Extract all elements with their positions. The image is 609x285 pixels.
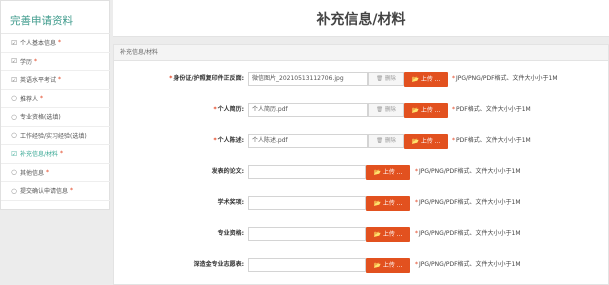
folder-open-icon: 📂 bbox=[411, 76, 419, 83]
file-name-field[interactable]: 微信图片_20210513112706.jpg bbox=[248, 72, 368, 86]
field-label: *个人简历: bbox=[213, 106, 244, 113]
required-mark: * bbox=[60, 150, 64, 158]
check-circle-icon: ☑ bbox=[11, 149, 17, 158]
file-format-hint: *JPG/PNG/PDF格式、文件大小小于1M bbox=[415, 230, 521, 237]
upload-button[interactable]: 📂 上传 ... bbox=[404, 103, 448, 118]
circle-icon: ○ bbox=[11, 186, 17, 195]
file-name-field[interactable] bbox=[248, 196, 366, 210]
sidebar-item-work-experience[interactable]: ○ 工作经验/实习经验(选填) bbox=[1, 127, 110, 145]
sidebar-item-basic-info[interactable]: ☑ 个人基本信息 * bbox=[1, 34, 110, 53]
file-format-hint: *JPG/PNG/PDF格式、文件大小小于1M bbox=[415, 199, 521, 206]
upload-row-academic-awards: 学术奖项: 📂 上传 ... *JPG/PNG/PDF格式、文件大小小于1M bbox=[114, 193, 608, 213]
sidebar-item-label: 个人基本信息 bbox=[20, 40, 57, 48]
circle-icon: ○ bbox=[11, 168, 17, 177]
panel-heading: 补充信息/材料 bbox=[114, 45, 608, 61]
main-content: 补充信息/材料 补充信息/材料 *身份证/护照复印件正反面: 微信图片_2021… bbox=[113, 0, 609, 285]
required-mark: * bbox=[58, 39, 62, 47]
folder-open-icon: 📂 bbox=[411, 138, 419, 145]
delete-button[interactable]: 🗑 删除 bbox=[368, 103, 404, 117]
field-label: 学术奖项: bbox=[217, 199, 244, 206]
file-format-hint: *JPG/PNG/PDF格式、文件大小小于1M bbox=[415, 168, 521, 175]
file-format-hint: *JPG/PNG/PDF格式、文件大小小于1M bbox=[452, 75, 558, 82]
upload-button[interactable]: 📂 上传 ... bbox=[366, 227, 410, 242]
check-circle-icon: ☑ bbox=[11, 57, 17, 66]
trash-icon: 🗑 bbox=[376, 107, 384, 113]
upload-panel: 补充信息/材料 *身份证/护照复印件正反面: 微信图片_202105131127… bbox=[113, 44, 609, 285]
sidebar-item-label: 英语水平考试 bbox=[20, 77, 57, 85]
field-label: *个人陈述: bbox=[213, 137, 244, 144]
upload-row-scholarship-form: 深造金专业志愿表: 📂 上传 ... *JPG/PNG/PDF格式、文件大小小于… bbox=[114, 255, 608, 275]
upload-row-professional-qualification: 专业资格: 📂 上传 ... *JPG/PNG/PDF格式、文件大小小于1M bbox=[114, 224, 608, 244]
field-label: 深造金专业志愿表: bbox=[193, 261, 244, 268]
upload-button[interactable]: 📂 上传 ... bbox=[404, 72, 448, 87]
check-circle-icon: ☑ bbox=[11, 75, 17, 84]
required-mark: * bbox=[34, 57, 38, 65]
sidebar-item-education[interactable]: ☑ 学历 * bbox=[1, 53, 110, 71]
trash-icon: 🗑 bbox=[376, 138, 384, 144]
sidebar-item-label: 学历 bbox=[20, 58, 33, 66]
folder-open-icon: 📂 bbox=[373, 200, 381, 207]
sidebar: 完善申请资料 ☑ 个人基本信息 * ☑ 学历 * ☑ 英语水平考试 * ○ 推荐… bbox=[0, 0, 110, 210]
required-mark: * bbox=[46, 168, 50, 176]
upload-row-resume: *个人简历: 个人简历.pdf 🗑 删除 📂 上传 ... *PDF格式、文件大… bbox=[114, 100, 608, 120]
upload-button[interactable]: 📂 上传 ... bbox=[366, 165, 410, 180]
upload-button[interactable]: 📂 上传 ... bbox=[366, 258, 410, 273]
sidebar-item-supplementary-materials[interactable]: ☑ 补充信息/材料 * bbox=[1, 145, 110, 164]
file-format-hint: *JPG/PNG/PDF格式、文件大小小于1M bbox=[415, 261, 521, 268]
circle-icon: ○ bbox=[11, 94, 17, 103]
folder-open-icon: 📂 bbox=[373, 231, 381, 238]
upload-row-publications: 发表的论文: 📂 上传 ... *JPG/PNG/PDF格式、文件大小小于1M bbox=[114, 162, 608, 182]
page-title: 补充信息/材料 bbox=[316, 12, 406, 28]
sidebar-nav: ☑ 个人基本信息 * ☑ 学历 * ☑ 英语水平考试 * ○ 推荐人 * ○ 专… bbox=[1, 33, 110, 201]
required-mark: * bbox=[58, 76, 62, 84]
delete-button[interactable]: 🗑 删除 bbox=[368, 134, 404, 148]
field-label: 专业资格: bbox=[217, 230, 244, 237]
folder-open-icon: 📂 bbox=[373, 169, 381, 176]
file-name-field[interactable] bbox=[248, 227, 366, 241]
check-circle-icon: ☑ bbox=[11, 38, 17, 47]
sidebar-item-label: 补充信息/材料 bbox=[20, 151, 59, 159]
file-name-field[interactable] bbox=[248, 258, 366, 272]
sidebar-item-label: 提交确认申请信息 bbox=[20, 188, 69, 196]
sidebar-item-label: 其他信息 bbox=[20, 169, 45, 177]
sidebar-title: 完善申请资料 bbox=[10, 15, 73, 27]
required-mark: * bbox=[70, 187, 74, 195]
sidebar-item-referees[interactable]: ○ 推荐人 * bbox=[1, 90, 110, 108]
trash-icon: 🗑 bbox=[376, 76, 384, 82]
sidebar-item-other-info[interactable]: ○ 其他信息 * bbox=[1, 164, 110, 182]
file-name-field[interactable]: 个人陈述.pdf bbox=[248, 134, 368, 148]
sidebar-item-english-test[interactable]: ☑ 英语水平考试 * bbox=[1, 71, 110, 90]
page-header: 补充信息/材料 bbox=[113, 0, 609, 37]
sidebar-item-label: 推荐人 bbox=[20, 95, 39, 103]
upload-row-id-card: *身份证/护照复印件正反面: 微信图片_20210513112706.jpg 🗑… bbox=[114, 69, 608, 89]
field-label: *身份证/护照复印件正反面: bbox=[169, 75, 244, 82]
file-format-hint: *PDF格式、文件大小小于1M bbox=[452, 137, 531, 144]
delete-button[interactable]: 🗑 删除 bbox=[368, 72, 404, 86]
folder-open-icon: 📂 bbox=[411, 107, 419, 114]
circle-icon: ○ bbox=[11, 112, 17, 121]
field-label: 发表的论文: bbox=[211, 168, 244, 175]
file-name-field[interactable] bbox=[248, 165, 366, 179]
folder-open-icon: 📂 bbox=[373, 262, 381, 269]
sidebar-item-submit-confirm[interactable]: ○ 提交确认申请信息 * bbox=[1, 182, 110, 201]
sidebar-item-label: 专业资格(选填) bbox=[20, 114, 61, 122]
circle-icon: ○ bbox=[11, 131, 17, 140]
sidebar-item-professional-qualification[interactable]: ○ 专业资格(选填) bbox=[1, 108, 110, 127]
required-mark: * bbox=[40, 94, 44, 102]
upload-row-personal-statement: *个人陈述: 个人陈述.pdf 🗑 删除 📂 上传 ... *PDF格式、文件大… bbox=[114, 131, 608, 151]
upload-button[interactable]: 📂 上传 ... bbox=[366, 196, 410, 211]
file-name-field[interactable]: 个人简历.pdf bbox=[248, 103, 368, 117]
file-format-hint: *PDF格式、文件大小小于1M bbox=[452, 106, 531, 113]
sidebar-item-label: 工作经验/实习经验(选填) bbox=[20, 132, 87, 140]
upload-button[interactable]: 📂 上传 ... bbox=[404, 134, 448, 149]
